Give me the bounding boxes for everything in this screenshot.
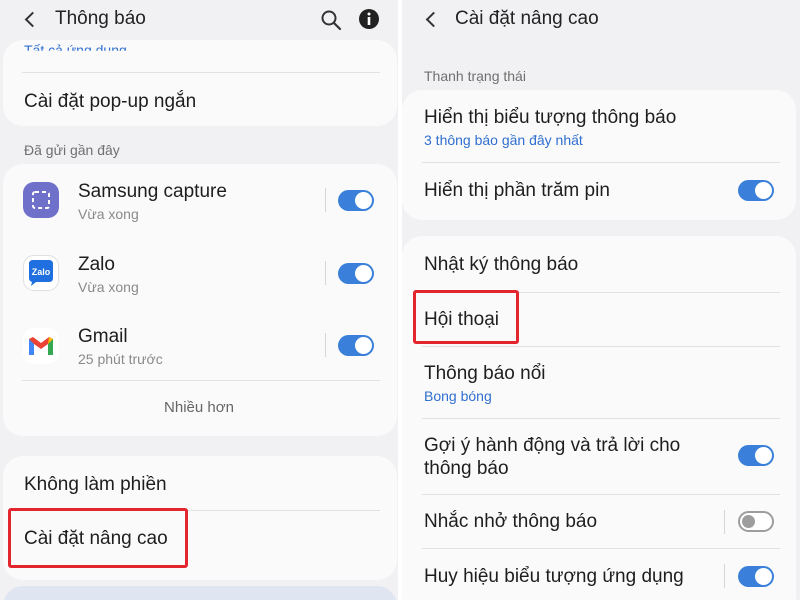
do-not-disturb-item[interactable]: Không làm phiền xyxy=(24,474,167,496)
divider xyxy=(325,261,326,285)
gmail-toggle[interactable] xyxy=(338,335,374,356)
divider xyxy=(422,346,780,347)
zalo-icon-text: Zalo xyxy=(32,267,51,277)
zalo-icon: Zalo xyxy=(23,255,59,291)
recent-apps-card xyxy=(3,164,397,436)
battery-percent-toggle[interactable] xyxy=(738,180,774,201)
app-time: 25 phút trước xyxy=(78,351,163,367)
highlight-box xyxy=(8,508,188,568)
divider xyxy=(22,380,380,381)
show-icons-value: 3 thông báo gần đây nhất xyxy=(424,132,583,148)
divider xyxy=(325,333,326,357)
divider xyxy=(724,510,725,534)
more-button[interactable]: Nhiều hơn xyxy=(0,399,398,416)
zalo-toggle[interactable] xyxy=(338,263,374,284)
recent-section-label: Đã gửi gần đây xyxy=(24,142,120,158)
app-name-samsung-capture[interactable]: Samsung capture xyxy=(78,181,227,203)
app-icon-badges-item[interactable]: Huy hiệu biểu tượng ứng dụng xyxy=(424,566,684,588)
status-bar-section-label: Thanh trạng thái xyxy=(424,68,526,84)
back-arrow-icon[interactable] xyxy=(24,11,41,28)
notification-reminders-item[interactable]: Nhắc nhở thông báo xyxy=(424,511,597,533)
show-notification-icons-item[interactable]: Hiển thị biểu tượng thông báo xyxy=(424,107,676,129)
battery-percent-item[interactable]: Hiển thị phần trăm pin xyxy=(424,180,610,202)
notification-history-item[interactable]: Nhật ký thông báo xyxy=(424,254,578,276)
search-icon[interactable] xyxy=(320,9,342,31)
highlight-box xyxy=(413,290,519,344)
floating-notifications-item[interactable]: Thông báo nổi xyxy=(424,363,546,385)
back-arrow-icon[interactable] xyxy=(425,11,442,28)
floating-notifications-value: Bong bóng xyxy=(424,388,492,404)
popup-settings-card xyxy=(3,40,397,126)
notifications-screen: Thông báo Tất cả ứng dụng Cài đặt pop-up… xyxy=(0,0,398,600)
divider xyxy=(422,162,780,163)
suggest-actions-toggle[interactable] xyxy=(738,445,774,466)
bottom-card xyxy=(3,586,397,600)
divider xyxy=(422,494,780,495)
samsung-capture-icon xyxy=(23,182,59,218)
advanced-settings-screen: Cài đặt nâng cao Thanh trạng thái Hiển t… xyxy=(402,0,800,600)
suggest-actions-item-line2: thông báo xyxy=(424,458,509,479)
divider xyxy=(422,548,780,549)
divider xyxy=(325,188,326,212)
info-icon[interactable] xyxy=(358,8,380,30)
page-title: Cài đặt nâng cao xyxy=(455,8,599,29)
app-name-zalo[interactable]: Zalo xyxy=(78,254,115,276)
notification-reminders-toggle[interactable] xyxy=(738,511,774,532)
app-time: Vừa xong xyxy=(78,206,139,222)
page-title: Thông báo xyxy=(55,8,146,29)
gmail-icon xyxy=(23,328,59,364)
samsung-capture-toggle[interactable] xyxy=(338,190,374,211)
popup-settings-item[interactable]: Cài đặt pop-up ngắn xyxy=(24,91,196,113)
divider xyxy=(22,72,380,73)
divider xyxy=(724,564,725,588)
app-icon-badges-toggle[interactable] xyxy=(738,566,774,587)
suggest-actions-item[interactable]: Gợi ý hành động và trả lời cho xyxy=(424,435,680,457)
app-time: Vừa xong xyxy=(78,279,139,295)
app-name-gmail[interactable]: Gmail xyxy=(78,326,128,348)
divider xyxy=(422,418,780,419)
